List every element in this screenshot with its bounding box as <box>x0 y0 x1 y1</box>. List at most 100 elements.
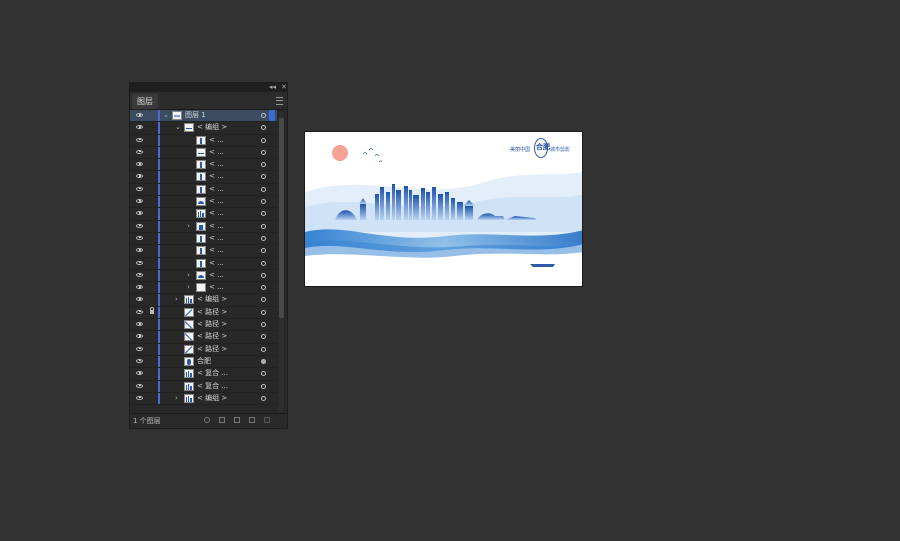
visibility-eye-icon[interactable] <box>136 285 143 290</box>
visibility-eye-icon[interactable] <box>136 383 143 388</box>
visibility-eye-icon[interactable] <box>136 186 143 191</box>
target-circle-icon[interactable] <box>261 162 266 168</box>
clipping-mask-icon[interactable] <box>219 417 225 423</box>
layer-name[interactable]: < ... <box>209 159 224 170</box>
layer-row[interactable]: < 路径 > <box>130 331 277 344</box>
visibility-eye-icon[interactable] <box>136 272 143 277</box>
visibility-eye-icon[interactable] <box>136 334 143 339</box>
close-panel-icon[interactable]: ✕ <box>281 83 287 92</box>
target-circle-icon[interactable] <box>261 186 266 192</box>
layer-row[interactable]: < 路径 > <box>130 319 277 332</box>
target-circle-icon[interactable] <box>261 113 266 118</box>
visibility-eye-icon[interactable] <box>136 322 143 327</box>
expand-chevron-icon[interactable]: › <box>187 282 190 293</box>
layer-row[interactable]: < ... <box>130 134 277 147</box>
new-layer-icon[interactable] <box>249 417 255 423</box>
visibility-eye-icon[interactable] <box>136 113 143 117</box>
expand-chevron-icon[interactable]: ⌄ <box>163 110 169 121</box>
layer-name[interactable]: < 复合 ... <box>197 381 228 392</box>
layer-name[interactable]: < 复合 ... <box>197 368 228 379</box>
target-circle-icon[interactable] <box>261 309 266 315</box>
visibility-eye-icon[interactable] <box>136 309 143 314</box>
layer-row[interactable]: < ... <box>130 232 277 246</box>
layer-row[interactable]: < 路径 > <box>130 343 277 356</box>
visibility-eye-icon[interactable] <box>136 260 143 265</box>
visibility-eye-icon[interactable] <box>136 125 143 130</box>
visibility-eye-icon[interactable] <box>136 297 143 302</box>
layer-row[interactable]: < ... <box>130 208 277 221</box>
visibility-eye-icon[interactable] <box>136 371 143 376</box>
new-sublayer-icon[interactable] <box>234 417 240 423</box>
target-circle-icon[interactable] <box>261 383 266 389</box>
panel-menu-icon[interactable] <box>276 97 283 105</box>
visibility-eye-icon[interactable] <box>136 223 143 228</box>
visibility-eye-icon[interactable] <box>136 174 143 179</box>
layer-name[interactable]: 合肥 <box>197 356 211 367</box>
target-circle-icon[interactable] <box>261 199 266 205</box>
target-circle-icon[interactable] <box>261 223 266 229</box>
layer-row[interactable]: › < ... <box>130 220 277 233</box>
layer-row[interactable]: < 复合 ... <box>130 380 277 393</box>
target-circle-icon[interactable] <box>261 248 266 254</box>
visibility-eye-icon[interactable] <box>136 149 143 154</box>
layer-name[interactable]: < 路径 > <box>197 331 227 342</box>
layer-row[interactable]: < 路径 > <box>130 306 277 320</box>
target-circle-icon[interactable] <box>261 137 266 143</box>
layer-row[interactable]: › < ... <box>130 269 277 283</box>
layer-row[interactable]: < 复合 ... <box>130 368 277 381</box>
layer-name[interactable]: < 路径 > <box>197 307 227 318</box>
expand-chevron-icon[interactable]: ⌄ <box>175 122 181 133</box>
layer-row[interactable]: ⌄ 图层 1 <box>130 110 277 123</box>
layer-row[interactable]: › < ... <box>130 282 277 295</box>
layer-row[interactable]: < ... <box>130 196 277 209</box>
target-circle-icon[interactable] <box>261 346 266 352</box>
visibility-eye-icon[interactable] <box>136 162 143 167</box>
layer-name[interactable]: < ... <box>209 147 224 158</box>
layer-row[interactable]: < ... <box>130 159 277 172</box>
target-circle-icon[interactable] <box>261 174 266 180</box>
expand-chevron-icon[interactable]: › <box>187 221 190 232</box>
layer-name[interactable]: < 路径 > <box>197 344 227 355</box>
collapse-panel-icon[interactable]: ◂◂ <box>269 83 276 92</box>
target-circle-icon[interactable] <box>261 358 266 364</box>
layer-row[interactable]: < ... <box>130 257 277 270</box>
visibility-eye-icon[interactable] <box>136 346 143 351</box>
layer-row[interactable]: < ... <box>130 245 277 258</box>
layer-row[interactable]: 合肥 <box>130 355 277 369</box>
visibility-eye-icon[interactable] <box>136 395 143 400</box>
layer-name[interactable]: < ... <box>209 135 224 146</box>
layer-row[interactable]: < ... <box>130 146 277 160</box>
layer-name[interactable]: < 编组 > <box>197 294 227 305</box>
target-circle-icon[interactable] <box>261 334 266 340</box>
visibility-eye-icon[interactable] <box>136 248 143 253</box>
expand-chevron-icon[interactable]: › <box>175 393 178 404</box>
target-circle-icon[interactable] <box>261 322 266 328</box>
layer-name[interactable]: < ... <box>209 282 224 293</box>
layer-name[interactable]: < ... <box>209 245 224 256</box>
expand-chevron-icon[interactable]: › <box>187 270 190 281</box>
visibility-eye-icon[interactable] <box>136 235 143 240</box>
layer-name[interactable]: < ... <box>209 171 224 182</box>
scrollbar-thumb[interactable] <box>279 118 284 318</box>
expand-chevron-icon[interactable]: › <box>175 294 178 305</box>
target-circle-icon[interactable] <box>261 235 266 241</box>
artboard[interactable]: 美丽中国 合肥 城市剪影 <box>304 131 583 287</box>
target-circle-icon[interactable] <box>261 260 266 266</box>
layer-name[interactable]: 图层 1 <box>185 110 206 121</box>
target-circle-icon[interactable] <box>261 297 266 303</box>
visibility-eye-icon[interactable] <box>136 358 143 363</box>
layer-name[interactable]: < ... <box>209 233 224 244</box>
delete-layer-icon[interactable] <box>264 417 270 423</box>
visibility-eye-icon[interactable] <box>136 137 143 142</box>
layer-name[interactable]: < 路径 > <box>197 319 227 330</box>
target-circle-icon[interactable] <box>261 371 266 377</box>
target-circle-icon[interactable] <box>261 272 266 278</box>
target-circle-icon[interactable] <box>261 211 266 217</box>
layer-name[interactable]: < ... <box>209 196 224 207</box>
visibility-eye-icon[interactable] <box>136 199 143 204</box>
visibility-eye-icon[interactable] <box>136 211 143 216</box>
tab-layers[interactable]: 图层 <box>132 94 158 109</box>
layer-row[interactable]: › < 编组 > <box>130 392 277 406</box>
layer-row[interactable]: ⌄ < 编组 > <box>130 122 277 135</box>
layer-name[interactable]: < 编组 > <box>197 393 227 404</box>
